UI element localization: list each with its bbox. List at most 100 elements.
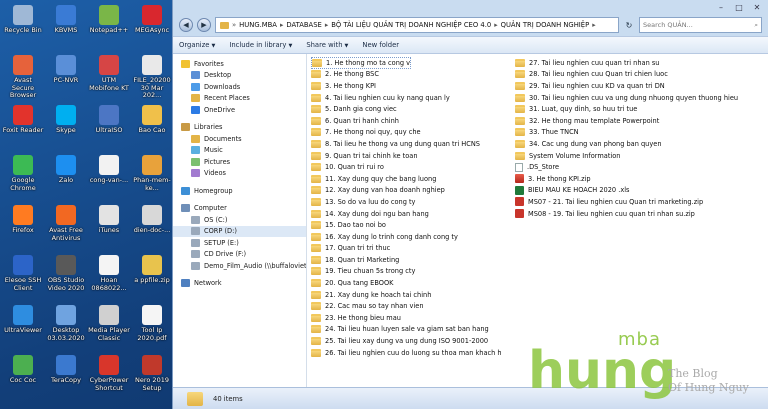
maximize-button[interactable]: □	[734, 3, 744, 12]
nav-item[interactable]: OS (C:)	[173, 214, 306, 226]
nav-item[interactable]: Music	[173, 145, 306, 157]
nav-favorites[interactable]: Favorites	[173, 58, 306, 70]
file-item[interactable]: 7. He thong noi quy, quy che	[311, 127, 501, 139]
file-item[interactable]: 31. Luat, quy dinh, so huu tri tue	[515, 103, 745, 115]
nav-computer[interactable]: Computer	[173, 203, 306, 215]
desktop-shortcut[interactable]: Google Chrome	[2, 152, 44, 202]
desktop-shortcut[interactable]: PC-NVR	[45, 52, 87, 102]
breadcrumb-item[interactable]: QUẢN TRỊ DOANH NGHIỆP	[501, 21, 590, 29]
desktop-shortcut[interactable]: Avast Secure Browser	[2, 52, 44, 102]
nav-network[interactable]: Network	[173, 278, 306, 290]
new-folder-button[interactable]: New folder	[362, 41, 399, 49]
file-item[interactable]: 29. Tai lieu nghien cuu KD va quan tri D…	[515, 80, 745, 92]
desktop-shortcut[interactable]: Nero 2019 Setup	[131, 352, 173, 402]
refresh-icon[interactable]: ↻	[623, 21, 635, 30]
file-item[interactable]: 2. He thong BSC	[311, 69, 501, 81]
breadcrumb-item[interactable]: HUNG.MBA	[239, 21, 277, 29]
file-item[interactable]: 26. Tai lieu nghien cuu do luong su thoa…	[311, 347, 501, 359]
desktop-shortcut[interactable]: FILE_20200 30 Mar 202...	[131, 52, 173, 102]
close-button[interactable]: ✕	[752, 3, 762, 12]
desktop-shortcut[interactable]: Bao Cao	[131, 102, 173, 152]
file-item[interactable]: 10. Quan tri rui ro	[311, 161, 501, 173]
desktop-shortcut[interactable]: Media Player Classic	[88, 302, 130, 352]
desktop-shortcut[interactable]: Coc Coc	[2, 352, 44, 402]
desktop-shortcut[interactable]: a ppfile.zip	[131, 252, 173, 302]
file-item[interactable]: 3. He thong KPI.zip	[515, 173, 745, 185]
file-item[interactable]: 19. Tieu chuan 5s trong cty	[311, 266, 501, 278]
file-item[interactable]: MS07 - 21. Tai lieu nghien cuu Quan tri …	[515, 196, 745, 208]
address-bar[interactable]: » HUNG.MBA ▸ DATABASE ▸ BỘ TÀI LIỆU QUẢN…	[215, 17, 619, 33]
file-item[interactable]: 23. He thong bieu mau	[311, 312, 501, 324]
file-item[interactable]: 15. Dao tao noi bo	[311, 219, 501, 231]
file-item[interactable]: 27. Tai lieu nghien cuu quan tri nhan su	[515, 57, 745, 69]
nav-libraries[interactable]: Libraries	[173, 122, 306, 134]
file-item[interactable]: 4. Tai lieu nghien cuu ky nang quan ly	[311, 92, 501, 104]
desktop-shortcut[interactable]: iTunes	[88, 202, 130, 252]
desktop-shortcut[interactable]: Hoan 0868022...	[88, 252, 130, 302]
file-item[interactable]: BIEU MAU KE HOACH 2020 .xls	[515, 185, 745, 197]
back-button[interactable]: ◀	[179, 18, 193, 32]
file-item[interactable]: 8. Tai lieu he thong va ung dung quan tr…	[311, 138, 501, 150]
file-item[interactable]: 5. Danh gia cong viec	[311, 103, 501, 115]
file-item[interactable]: 17. Quan tri tri thuc	[311, 243, 501, 255]
desktop-shortcut[interactable]: TeraCopy	[45, 352, 87, 402]
desktop-shortcut[interactable]: Avast Free Antivirus	[45, 202, 87, 252]
file-item[interactable]: MS08 - 19. Tai lieu nghien cuu quan tri …	[515, 208, 745, 220]
file-item[interactable]: 16. Xay dung lo trinh cong danh cong ty	[311, 231, 501, 243]
nav-item[interactable]: Pictures	[173, 156, 306, 168]
file-item[interactable]: 25. Tai lieu xay dung va ung dung ISO 90…	[311, 335, 501, 347]
share-with-button[interactable]: Share with ▼	[306, 41, 348, 49]
desktop-shortcut[interactable]: Desktop 03.03.2020	[45, 302, 87, 352]
file-item[interactable]: 34. Cac ung dung van phong ban quyen	[515, 138, 745, 150]
search-input[interactable]: Search QUẢN... ⌕	[639, 17, 762, 33]
desktop-shortcut[interactable]: Elesoe SSH Client	[2, 252, 44, 302]
file-item[interactable]: 18. Quan tri Marketing	[311, 254, 501, 266]
nav-item[interactable]: Documents	[173, 133, 306, 145]
nav-item[interactable]: CORP (D:)	[173, 225, 306, 237]
nav-homegroup[interactable]: Homegroup	[173, 185, 306, 197]
file-item[interactable]: System Volume Information	[515, 150, 745, 162]
desktop-shortcut[interactable]: UTM Mobifone KT	[88, 52, 130, 102]
file-item[interactable]: 13. So do va luu do cong ty	[311, 196, 501, 208]
file-item[interactable]: 11. Xay dung quy che bang luong	[311, 173, 501, 185]
file-item[interactable]: 3. He thong KPI	[311, 80, 501, 92]
desktop-shortcut[interactable]: Skype	[45, 102, 87, 152]
breadcrumb-item[interactable]: DATABASE	[286, 21, 321, 29]
file-item[interactable]: 30. Tai lieu nghien cuu va ung dung nhuo…	[515, 92, 745, 104]
desktop-shortcut[interactable]: Recycle Bin	[2, 2, 44, 52]
forward-button[interactable]: ▶	[197, 18, 211, 32]
file-item[interactable]: 12. Xay dung van hoa doanh nghiep	[311, 185, 501, 197]
desktop-shortcut[interactable]: Firefox	[2, 202, 44, 252]
file-item[interactable]: 21. Xay dung ke hoach tai chinh	[311, 289, 501, 301]
file-item[interactable]: 1. He thong mo ta cong viec	[311, 57, 411, 69]
include-in-library-button[interactable]: Include in library ▼	[229, 41, 292, 49]
file-item[interactable]: 33. Thue TNCN	[515, 127, 745, 139]
file-item[interactable]: 22. Cac mau so tay nhan vien	[311, 300, 501, 312]
desktop-shortcut[interactable]: dien-doc-...	[131, 202, 173, 252]
file-item[interactable]: 14. Xay dung doi ngu ban hang	[311, 208, 501, 220]
desktop-shortcut[interactable]: KBVMS	[45, 2, 87, 52]
nav-item[interactable]: Recent Places	[173, 93, 306, 105]
file-item[interactable]: 28. Tai lieu nghien cuu Quan tri chien l…	[515, 69, 745, 81]
desktop-shortcut[interactable]: OBS Studio Video 2020	[45, 252, 87, 302]
nav-item[interactable]: SETUP (E:)	[173, 237, 306, 249]
file-item[interactable]: 6. Quan tri hanh chinh	[311, 115, 501, 127]
desktop-shortcut[interactable]: Phan-mem-ke...	[131, 152, 173, 202]
minimize-button[interactable]: –	[716, 3, 726, 12]
nav-item[interactable]: CD Drive (F:)	[173, 249, 306, 261]
nav-item[interactable]: Videos	[173, 168, 306, 180]
breadcrumb-item[interactable]: BỘ TÀI LIỆU QUẢN TRỊ DOANH NGHIỆP CEO 4.…	[331, 21, 491, 29]
desktop-shortcut[interactable]: MEGAsync	[131, 2, 173, 52]
file-item[interactable]: 20. Qua tang EBOOK	[311, 277, 501, 289]
nav-item[interactable]: Downloads	[173, 81, 306, 93]
file-item[interactable]: 32. He thong mau template Powerpoint	[515, 115, 745, 127]
file-item[interactable]: 24. Tai lieu huan luyen sale va giam sat…	[311, 324, 501, 336]
desktop-shortcut[interactable]: UltraISO	[88, 102, 130, 152]
desktop-shortcut[interactable]: Tool Ip 2020.pdf	[131, 302, 173, 352]
desktop-shortcut[interactable]: Zalo	[45, 152, 87, 202]
desktop-shortcut[interactable]: UltraViewer	[2, 302, 44, 352]
organize-button[interactable]: Organize ▼	[179, 41, 215, 49]
nav-item[interactable]: OneDrive	[173, 104, 306, 116]
file-item[interactable]: .DS_Store	[515, 161, 745, 173]
desktop-shortcut[interactable]: cong-van-...	[88, 152, 130, 202]
